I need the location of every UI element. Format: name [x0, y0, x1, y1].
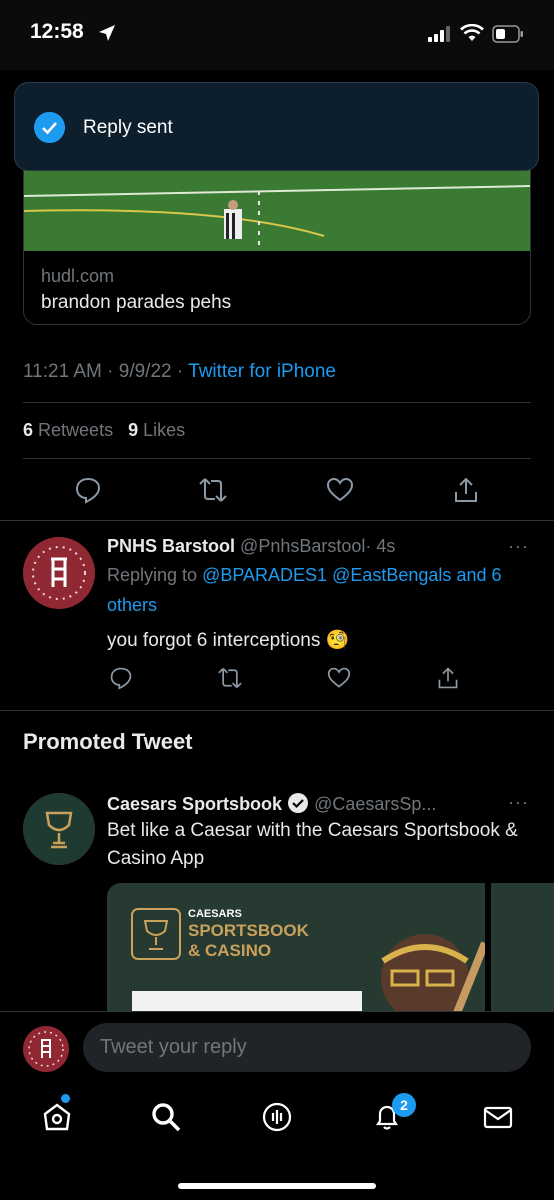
like-icon[interactable] [327, 666, 351, 690]
meta-separator: · [176, 361, 184, 382]
retweets-count: 6 [23, 420, 34, 440]
verified-badge-icon [288, 793, 309, 813]
promo-image-next[interactable] [491, 883, 554, 1013]
search-icon[interactable] [150, 1101, 182, 1133]
share-icon[interactable] [452, 476, 480, 504]
card-title: brandon parades pehs [41, 292, 232, 313]
status-time: 12:58 [30, 20, 84, 43]
more-options-icon[interactable]: ··· [508, 536, 529, 557]
avatar[interactable] [23, 793, 95, 865]
divider [0, 710, 554, 711]
divider [23, 402, 531, 403]
avatar[interactable] [23, 1026, 69, 1072]
reply-icon[interactable] [74, 476, 102, 504]
section-title: Promoted Tweet [23, 729, 193, 754]
promo-image[interactable]: CAESARS SPORTSBOOK & CASINO [107, 883, 485, 1013]
mention-link[interactable]: @EastBengals [332, 565, 451, 585]
tweet-stats: 6 Retweets 9 Likes [23, 420, 185, 441]
tweet-header: PNHS Barstool @PnhsBarstool· 4s [107, 536, 395, 557]
tweet-timestamp: 11:21 AM · 9/9/22 · Twitter for iPhone [23, 361, 336, 383]
home-unread-dot [61, 1094, 70, 1103]
home-icon[interactable] [41, 1101, 73, 1133]
checkmark-icon [34, 112, 65, 143]
reply-icon[interactable] [109, 666, 133, 690]
author-handle[interactable]: @PnhsBarstool [240, 536, 365, 556]
mention-link[interactable]: @BPARADES1 [202, 565, 327, 585]
tweet-source-link[interactable]: Twitter for iPhone [188, 361, 336, 382]
battery-icon [492, 25, 523, 43]
author-handle[interactable]: @CaesarsSp... [314, 794, 436, 814]
media-brand-top: CAESARS [188, 908, 242, 920]
reply-input[interactable] [83, 1023, 531, 1072]
notification-badge: 2 [392, 1093, 416, 1117]
tweet-text: Bet like a Caesar with the Caesars Sport… [107, 820, 518, 869]
likes-label: Likes [143, 420, 186, 440]
tweet-date: 9/9/22 [118, 361, 172, 382]
divider [0, 520, 554, 521]
retweet-icon[interactable] [198, 476, 228, 504]
media-brand-2: & CASINO [188, 941, 272, 960]
link-preview-card[interactable]: hudl.com brandon parades pehs [23, 150, 531, 325]
retweets-label: Retweets [38, 420, 114, 440]
tweet-age: · 4s [365, 536, 396, 556]
replying-to: Replying to @BPARADES1 @EastBengals and … [107, 560, 527, 620]
replying-prefix: Replying to [107, 565, 198, 585]
likes-count: 9 [128, 420, 139, 440]
like-icon[interactable] [326, 476, 354, 504]
messages-mail-icon[interactable] [482, 1101, 514, 1133]
status-bar: 12:58 [0, 0, 554, 70]
author-name[interactable]: PNHS Barstool [107, 536, 235, 556]
spaces-icon[interactable] [261, 1101, 293, 1133]
retweet-icon[interactable] [217, 666, 243, 690]
media-brand-1: SPORTSBOOK [188, 921, 309, 940]
reply-composer-bar [0, 1011, 554, 1087]
tweet-text: you forgot 6 interceptions 🧐 [107, 630, 350, 651]
reply-sent-toast: Reply sent [14, 82, 539, 171]
retweets-link[interactable]: 6 Retweets [23, 420, 113, 440]
share-icon[interactable] [436, 666, 460, 690]
tweet-time: 11:21 AM [23, 361, 102, 382]
more-options-icon[interactable]: ··· [508, 792, 529, 813]
meta-separator: · [107, 361, 114, 382]
cellular-signal-icon [428, 26, 450, 42]
home-indicator [178, 1183, 376, 1189]
wifi-icon [460, 24, 484, 41]
avatar[interactable] [23, 537, 95, 609]
likes-link[interactable]: 9 Likes [128, 420, 185, 440]
card-domain: hudl.com [41, 266, 115, 286]
toast-text: Reply sent [83, 117, 173, 138]
divider [23, 458, 531, 459]
location-arrow-icon [99, 25, 115, 41]
author-name[interactable]: Caesars Sportsbook [107, 794, 282, 814]
tweet-header: Caesars Sportsbook @CaesarsSp... [107, 792, 436, 815]
